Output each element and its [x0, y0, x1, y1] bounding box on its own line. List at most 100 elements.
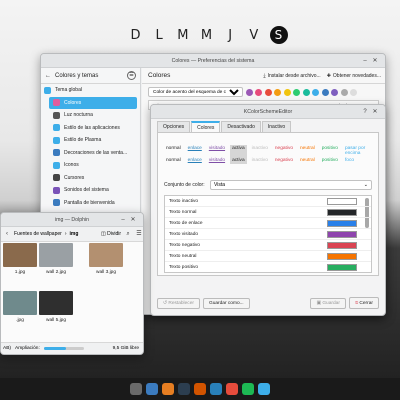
sidebar-item[interactable]: Colores: [49, 96, 137, 109]
dolphin-toolbar: ‹ Fuentes de wallpaper › img ◫ Dividir ⌕…: [1, 227, 143, 242]
close-icon[interactable]: ✕: [371, 57, 379, 65]
taskbar-app-icon[interactable]: [194, 383, 206, 395]
sidebar-item[interactable]: Pantalla de bienvenida: [41, 197, 140, 210]
taskbar-app-icon[interactable]: [162, 383, 174, 395]
menu-icon[interactable]: ☰: [135, 230, 143, 238]
dolphin-statusbar: AB) Ampliación: 9,5 GiB libre: [1, 342, 143, 354]
preview-sample: activa: [230, 145, 247, 157]
file-thumbnail[interactable]: [3, 291, 37, 315]
sidebar-item[interactable]: Estilo de Plasma: [41, 134, 140, 147]
dolphin-window: img — Dolphin – ✕ ‹ Fuentes de wallpaper…: [0, 212, 144, 355]
sidebar-item[interactable]: Cursores: [41, 172, 140, 185]
accent-color-swatch[interactable]: [302, 88, 310, 96]
get-new-label: Obtener novedades...: [332, 72, 381, 79]
preview-sample: positivo: [321, 146, 338, 151]
window-titlebar[interactable]: Colores — Preferencias del sistema – ✕: [41, 54, 385, 68]
sidebar-item-label: Iconos: [64, 162, 79, 169]
color-set-select[interactable]: Vista ⌄: [210, 180, 372, 190]
accent-color-swatch[interactable]: [245, 88, 253, 96]
weekday-label: L: [155, 27, 164, 43]
close-icon[interactable]: ✕: [129, 216, 137, 224]
preview-sample: visitado: [208, 146, 226, 151]
file-thumbnail[interactable]: [3, 243, 37, 267]
color-role-row[interactable]: Texto positivo: [165, 262, 371, 272]
preview-sample: positivo: [321, 158, 338, 163]
sidebar-item[interactable]: Sonidos del sistema: [41, 184, 140, 197]
file-thumbnail[interactable]: [89, 243, 123, 267]
close-icon[interactable]: ✕: [371, 108, 379, 116]
editor-panel: normal enlace visitado activa inactivo negati…: [157, 132, 379, 276]
color-role-row[interactable]: Texto neutral: [165, 251, 371, 262]
window-titlebar[interactable]: KColorSchemeEditor ? ✕: [151, 105, 385, 119]
accent-color-swatch[interactable]: [274, 88, 281, 96]
color-role-row[interactable]: Texto negativo: [165, 240, 371, 251]
accent-color-swatch[interactable]: [340, 88, 348, 96]
file-thumbnail[interactable]: [39, 243, 73, 267]
sidebar-item[interactable]: Luz nocturna: [41, 109, 140, 122]
help-icon[interactable]: ?: [361, 108, 369, 116]
window-titlebar[interactable]: img — Dolphin – ✕: [1, 213, 143, 227]
color-role-row[interactable]: Texto visitado: [165, 229, 371, 240]
color-swatch-button[interactable]: [327, 219, 357, 227]
zoom-slider[interactable]: [43, 347, 84, 350]
color-role-label: Texto negativo: [169, 242, 200, 248]
color-swatch-button[interactable]: [327, 241, 357, 249]
color-swatch-button[interactable]: [327, 197, 357, 205]
page-title: Colores: [148, 72, 171, 79]
preview-sample: neutral: [300, 146, 315, 151]
sidebar-item[interactable]: Iconos: [41, 159, 140, 172]
breadcrumb-prefix[interactable]: Fuentes de wallpaper: [14, 231, 62, 237]
taskbar-app-icon[interactable]: [130, 383, 142, 395]
accent-color-swatch[interactable]: [255, 88, 262, 96]
taskbar: [0, 378, 400, 400]
sidebar-item-label: Estilo de las aplicaciones: [64, 124, 120, 131]
file-thumbnail[interactable]: [39, 291, 73, 315]
accent-color-swatch[interactable]: [350, 88, 357, 96]
sidebar-item[interactable]: Tema global: [41, 84, 140, 97]
back-icon[interactable]: ‹: [3, 230, 11, 238]
color-swatch-button[interactable]: [327, 263, 357, 271]
taskbar-app-icon[interactable]: [242, 383, 254, 395]
search-icon[interactable]: ⌕: [124, 230, 132, 238]
minimize-icon[interactable]: –: [361, 57, 369, 65]
taskbar-app-icon[interactable]: [146, 383, 158, 395]
taskbar-app-icon[interactable]: [178, 383, 190, 395]
accent-color-swatch[interactable]: [283, 88, 291, 96]
color-role-row[interactable]: Texto inactivo: [165, 196, 371, 207]
reset-button[interactable]: ↺ Restablecer: [157, 297, 200, 309]
sidebar-item-label: Colores: [64, 99, 82, 106]
window-title: Colores — Preferencias del sistema: [171, 57, 255, 64]
sidebar-item[interactable]: Estilo de las aplicaciones: [41, 122, 140, 135]
accent-color-swatch[interactable]: [331, 88, 338, 96]
color-role-row[interactable]: Texto de enlace: [165, 218, 371, 229]
preview-sample: normal: [166, 158, 181, 163]
back-arrow-icon[interactable]: ←: [45, 73, 51, 79]
save-as-button[interactable]: Guardar como...: [202, 297, 250, 309]
get-new-button[interactable]: ✚ Obtener novedades...: [327, 73, 381, 79]
sidebar-item[interactable]: Decoraciones de las venta...: [41, 147, 140, 160]
accent-color-swatch[interactable]: [264, 88, 272, 96]
color-swatch-button[interactable]: [327, 208, 357, 216]
minimize-icon[interactable]: –: [119, 216, 127, 224]
split-view-button[interactable]: ◫ Dividir: [101, 231, 121, 237]
save-button[interactable]: ▣ Guardar: [310, 297, 346, 309]
taskbar-app-icon[interactable]: [226, 383, 238, 395]
save-as-label: Guardar como...: [208, 300, 244, 306]
color-swatch-button[interactable]: [327, 252, 357, 260]
color-role-row[interactable]: Texto normal: [165, 207, 371, 218]
install-from-file-button[interactable]: ⤓ Instalar desde archivo...: [263, 73, 320, 79]
download-icon: ⤓: [263, 72, 266, 79]
close-button[interactable]: ⦸ Cerrar: [348, 297, 379, 309]
hamburger-menu-icon[interactable]: ☰: [127, 71, 136, 80]
breadcrumb-current[interactable]: img: [69, 231, 78, 237]
accent-source-select[interactable]: Color de acento del esquema de color: [148, 87, 243, 97]
sidebar-item-icon: [44, 86, 51, 94]
accent-color-swatch[interactable]: [312, 88, 319, 96]
zoom-label: Ampliación:: [15, 346, 40, 351]
accent-color-swatch[interactable]: [293, 88, 300, 96]
color-swatch-button[interactable]: [327, 230, 357, 238]
taskbar-app-icon[interactable]: [210, 383, 222, 395]
sidebar-item-icon: [53, 149, 60, 157]
taskbar-app-icon[interactable]: [258, 383, 270, 395]
accent-color-swatch[interactable]: [321, 88, 329, 96]
